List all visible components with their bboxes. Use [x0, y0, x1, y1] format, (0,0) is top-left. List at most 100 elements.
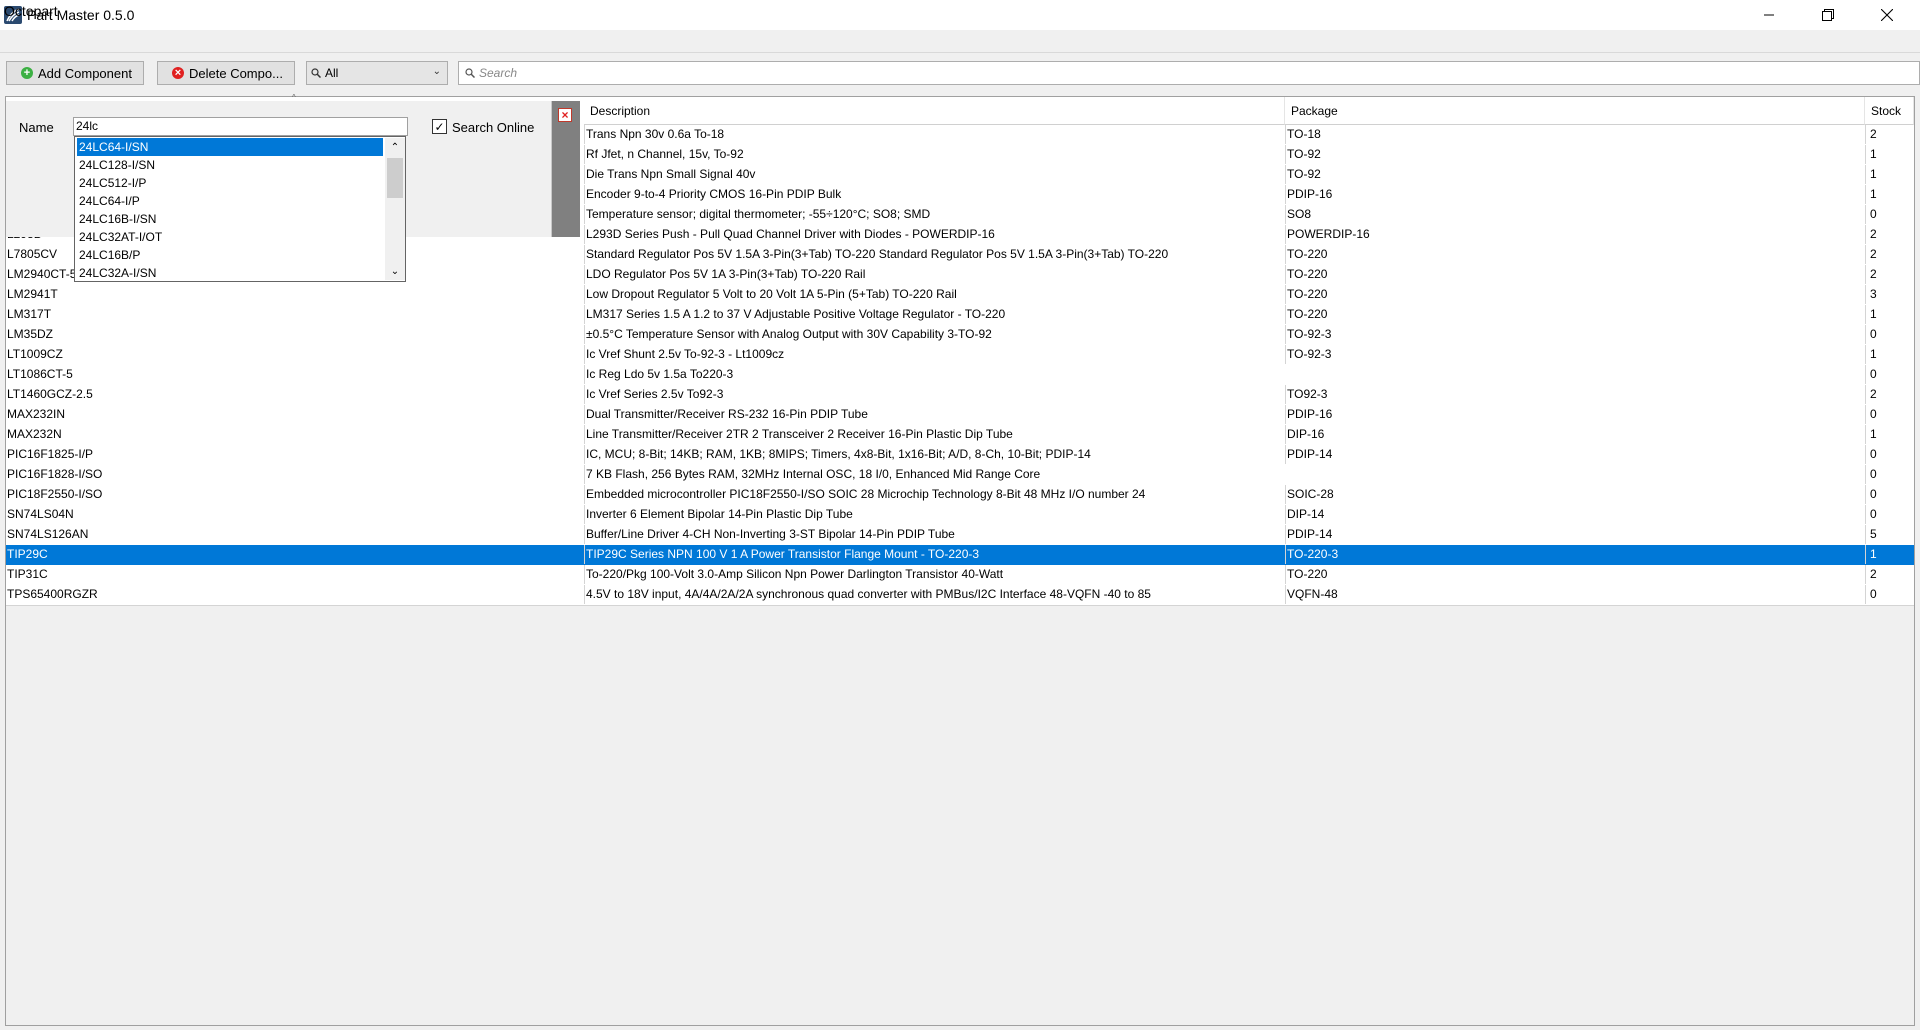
minimize-icon	[1764, 14, 1774, 16]
cell-package: SOIC-28	[1285, 485, 1867, 504]
cell-package: TO-220-3	[1285, 545, 1867, 564]
cell-description: Standard Regulator Pos 5V 1.5A 3-Pin(3+T…	[584, 245, 1286, 264]
table-row[interactable]: TIP29C TIP29C Series NPN 100 V 1 A Power …	[6, 545, 1914, 566]
cell-name: LM317T	[7, 307, 52, 321]
column-header-package[interactable]: Package	[1285, 97, 1865, 125]
cell-stock: 2	[1865, 265, 1919, 284]
cell-stock: 0	[1865, 205, 1919, 224]
cell-description: LM317 Series 1.5 A 1.2 to 37 V Adjustabl…	[584, 305, 1286, 324]
suggestion-item[interactable]: 24LC32AT-I/OT	[77, 228, 383, 246]
suggestion-item[interactable]: 24LC16B/P	[77, 246, 383, 264]
suggestion-item[interactable]: 24LC32A-I/SN	[77, 264, 383, 282]
scroll-down-icon[interactable]: ⌄	[385, 262, 405, 280]
title-bar	[0, 0, 1920, 30]
cell-stock: 0	[1865, 325, 1919, 344]
cell-stock: 1	[1865, 345, 1919, 364]
cell-stock: 2	[1865, 245, 1919, 264]
cell-package: PDIP-14	[1285, 525, 1867, 544]
cell-description: IC, MCU; 8-Bit; 14KB; RAM, 1KB; 8MIPS; T…	[584, 445, 1286, 464]
cell-description: Ic Vref Shunt 2.5v To-92-3 - Lt1009cz	[584, 345, 1286, 364]
menu-item-octopart[interactable]: Octopart	[4, 3, 58, 20]
plus-icon: +	[21, 67, 33, 79]
scrollbar-thumb[interactable]	[387, 158, 403, 198]
cell-stock: 1	[1865, 545, 1919, 564]
cell-package: TO-220	[1285, 305, 1867, 324]
minimize-button[interactable]	[1746, 0, 1792, 30]
table-row[interactable]: LT1086CT-5 Ic Reg Ldo 5v 1.5a To220-3 0	[6, 365, 1914, 386]
column-header-stock[interactable]: Stock	[1865, 97, 1914, 125]
cell-description: Buffer/Line Driver 4-CH Non-Inverting 3-…	[584, 525, 1286, 544]
cell-stock: 2	[1865, 565, 1919, 584]
filter-dropdown[interactable]: All ⌄	[306, 61, 448, 85]
splitter-handle[interactable]: ^	[292, 94, 298, 102]
add-component-button[interactable]: + Add Component	[6, 61, 144, 85]
suggestion-item[interactable]: 24LC64-I/P	[77, 192, 383, 210]
cell-stock: 3	[1865, 285, 1919, 304]
close-window-button[interactable]	[1864, 0, 1910, 30]
name-input[interactable]: 24lc	[73, 117, 408, 136]
cell-package: TO-220	[1285, 285, 1867, 304]
cell-description: Die Trans Npn Small Signal 40v	[584, 165, 1286, 184]
suggestion-item[interactable]: 24LC16B-I/SN	[77, 210, 383, 228]
scroll-up-icon[interactable]: ⌃	[385, 138, 405, 156]
delete-component-button[interactable]: × Delete Compo...	[157, 61, 295, 85]
search-online-label[interactable]: Search Online	[452, 120, 534, 135]
cell-stock: 0	[1865, 465, 1919, 484]
table-row[interactable]: MAX232N Line Transmitter/Receiver 2TR 2 T…	[6, 425, 1914, 446]
cell-description: L293D Series Push - Pull Quad Channel Dr…	[584, 225, 1286, 244]
cell-name: LM2941T	[7, 287, 58, 301]
table-row[interactable]: TPS65400RGZR 4.5V to 18V input, 4A/4A/2A/…	[6, 585, 1914, 606]
cell-stock: 1	[1865, 165, 1919, 184]
search-online-checkbox[interactable]: ✓	[432, 119, 447, 134]
cell-package: TO-18	[1285, 125, 1867, 144]
search-placeholder: Search	[479, 66, 518, 80]
cell-stock: 5	[1865, 525, 1919, 544]
cell-package: POWERDIP-16	[1285, 225, 1867, 244]
cell-description: Encoder 9-to-4 Priority CMOS 16-Pin PDIP…	[584, 185, 1286, 204]
cell-description: Low Dropout Regulator 5 Volt to 20 Volt …	[584, 285, 1286, 304]
cell-description: Rf Jfet, n Channel, 15v, To-92	[584, 145, 1286, 164]
table-row[interactable]: TIP31C To-220/Pkg 100-Volt 3.0-Amp Silico…	[6, 565, 1914, 586]
cell-description: TIP29C Series NPN 100 V 1 A Power Transi…	[584, 545, 1286, 564]
cell-stock: 1	[1865, 305, 1919, 324]
table-row[interactable]: LM35DZ ±0.5°C Temperature Sensor with Ana…	[6, 325, 1914, 346]
table-row[interactable]: LM317T LM317 Series 1.5 A 1.2 to 37 V Adj…	[6, 305, 1914, 326]
cell-name: TIP29C	[7, 547, 48, 561]
cell-description: LDO Regulator Pos 5V 1A 3-Pin(3+Tab) TO-…	[584, 265, 1286, 284]
table-row[interactable]: MAX232IN Dual Transmitter/Receiver RS-232…	[6, 405, 1914, 426]
table-row[interactable]: SN74LS04N Inverter 6 Element Bipolar 14-P…	[6, 505, 1914, 526]
table-row[interactable]: SN74LS126AN Buffer/Line Driver 4-CH Non-I…	[6, 525, 1914, 546]
table-row[interactable]: PIC16F1828-I/SO 7 KB Flash, 256 Bytes RAM…	[6, 465, 1914, 486]
cell-package: TO-92	[1285, 165, 1867, 184]
cell-package: TO-92-3	[1285, 325, 1867, 344]
column-header-description[interactable]: Description	[584, 97, 1285, 125]
chevron-down-icon: ⌄	[432, 66, 441, 77]
cell-description: 4.5V to 18V input, 4A/4A/2A/2A synchrono…	[584, 585, 1286, 604]
cell-package: DIP-14	[1285, 505, 1867, 524]
cell-package: TO92-3	[1285, 385, 1867, 404]
suggestion-item[interactable]: 24LC64-I/SN	[77, 138, 383, 156]
table-row[interactable]: PIC18F2550-I/SO Embedded microcontroller …	[6, 485, 1914, 506]
cell-description: Ic Vref Series 2.5v To92-3	[584, 385, 1286, 404]
filter-value: All	[325, 66, 339, 80]
cell-name: LM35DZ	[7, 327, 54, 341]
suggestion-item[interactable]: 24LC512-I/P	[77, 174, 383, 192]
cell-stock: 1	[1865, 425, 1919, 444]
table-row[interactable]: LT1460GCZ-2.5 Ic Vref Series 2.5v To92-3 T…	[6, 385, 1914, 406]
table-row[interactable]: LM2941T Low Dropout Regulator 5 Volt to 2…	[6, 285, 1914, 306]
cell-description: Dual Transmitter/Receiver RS-232 16-Pin …	[584, 405, 1286, 424]
suggestion-item[interactable]: 24LC128-I/SN	[77, 156, 383, 174]
restore-button[interactable]	[1805, 0, 1851, 30]
table-row[interactable]: LT1009CZ Ic Vref Shunt 2.5v To-92-3 - Lt1…	[6, 345, 1914, 366]
dropdown-scrollbar[interactable]: ⌃ ⌄	[385, 138, 405, 280]
search-input[interactable]: Search	[458, 61, 1920, 85]
close-icon	[1881, 9, 1893, 21]
cell-description: Embedded microcontroller PIC18F2550-I/SO…	[584, 485, 1286, 504]
delete-component-label: Delete Compo...	[189, 65, 283, 81]
cell-name: LT1009CZ	[7, 347, 63, 361]
close-editor-button[interactable]: ×	[558, 108, 572, 122]
cell-package: PDIP-16	[1285, 405, 1867, 424]
table-row[interactable]: PIC16F1825-I/P IC, MCU; 8-Bit; 14KB; RAM,…	[6, 445, 1914, 466]
cell-name: SN74LS04N	[7, 507, 74, 521]
cell-description: Inverter 6 Element Bipolar 14-Pin Plasti…	[584, 505, 1286, 524]
